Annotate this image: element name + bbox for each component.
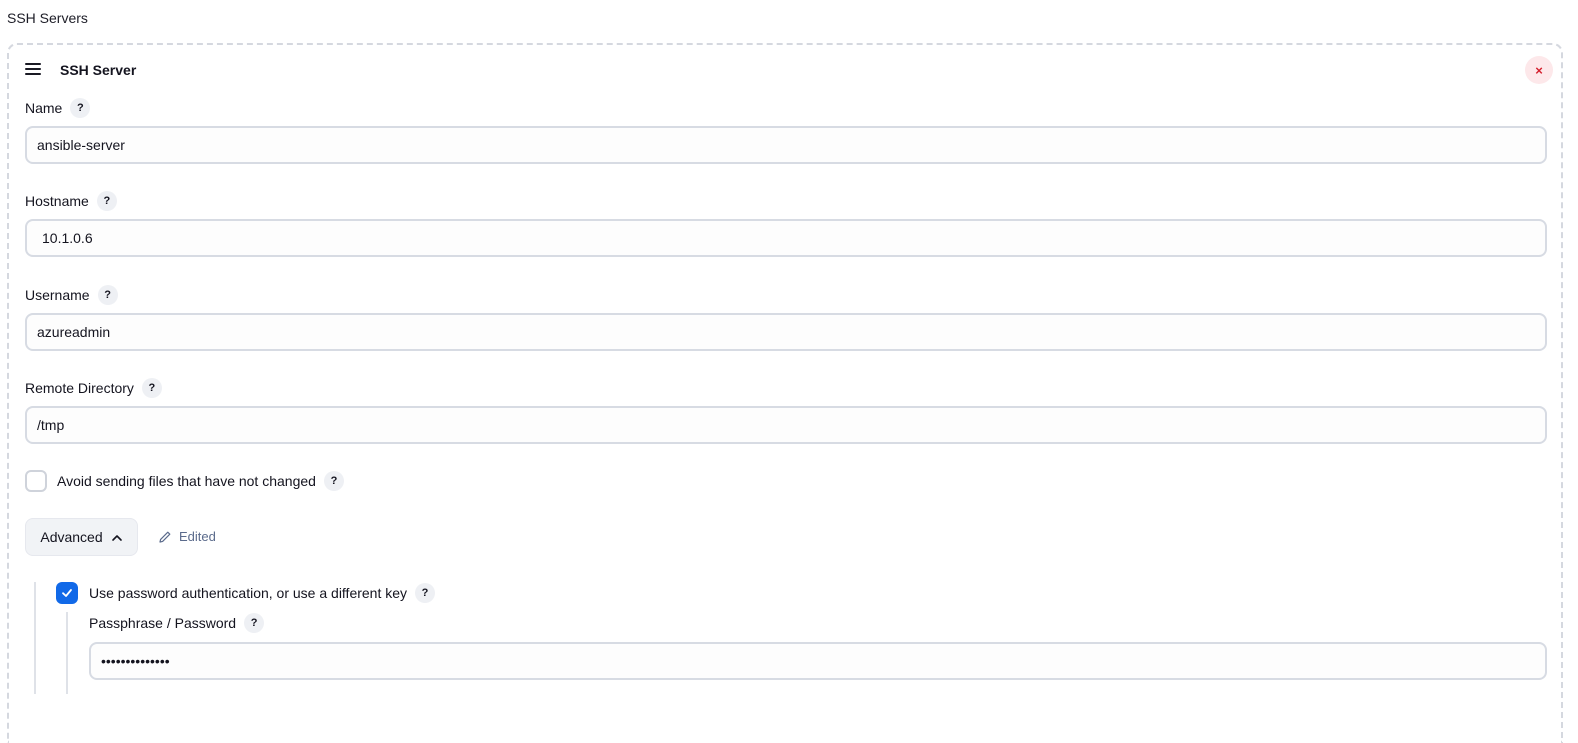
help-icon[interactable]: ? — [97, 285, 118, 305]
username-label: Username — [25, 287, 90, 303]
help-icon[interactable]: ? — [141, 378, 162, 398]
help-icon[interactable]: ? — [70, 98, 91, 118]
help-icon[interactable]: ? — [323, 471, 344, 491]
use-password-label: Use password authentication, or use a di… — [89, 585, 408, 601]
avoid-sending-checkbox[interactable] — [25, 470, 47, 492]
section-title: SSH Servers — [7, 10, 88, 26]
checkmark-icon — [62, 589, 72, 597]
hostname-input[interactable] — [25, 219, 1547, 257]
help-icon[interactable]: ? — [244, 613, 265, 633]
remote-directory-label: Remote Directory — [25, 380, 134, 396]
drag-handle-icon[interactable] — [25, 63, 41, 77]
advanced-button[interactable]: Advanced — [25, 518, 138, 556]
remote-directory-input[interactable] — [25, 406, 1547, 444]
use-password-label-row: Use password authentication, or use a di… — [89, 583, 436, 603]
name-label: Name — [25, 100, 63, 116]
delete-server-button[interactable]: × — [1525, 56, 1553, 84]
help-icon[interactable]: ? — [96, 191, 117, 211]
passphrase-input[interactable] — [89, 642, 1547, 680]
avoid-sending-label: Avoid sending files that have not change… — [57, 473, 316, 489]
close-icon: × — [1535, 62, 1543, 78]
use-password-checkbox[interactable] — [56, 582, 78, 604]
name-label-row: Name ? — [25, 98, 91, 118]
avoid-sending-label-row: Avoid sending files that have not change… — [57, 471, 344, 491]
password-section-border — [66, 612, 68, 694]
pencil-icon — [159, 531, 171, 543]
advanced-label: Advanced — [40, 529, 103, 545]
username-input[interactable] — [25, 313, 1547, 351]
edited-indicator: Edited — [158, 529, 216, 544]
edited-label: Edited — [179, 529, 216, 544]
help-icon[interactable]: ? — [415, 583, 436, 603]
advanced-section-border — [34, 582, 36, 694]
ssh-server-title: SSH Server — [60, 62, 137, 78]
hostname-label-row: Hostname ? — [25, 191, 117, 211]
passphrase-label-row: Passphrase / Password ? — [89, 613, 265, 633]
username-label-row: Username ? — [25, 285, 118, 305]
name-input[interactable] — [25, 126, 1547, 164]
remote-directory-label-row: Remote Directory ? — [25, 378, 162, 398]
passphrase-label: Passphrase / Password — [89, 615, 237, 631]
hostname-label: Hostname — [25, 193, 89, 209]
chevron-up-icon — [111, 531, 123, 543]
